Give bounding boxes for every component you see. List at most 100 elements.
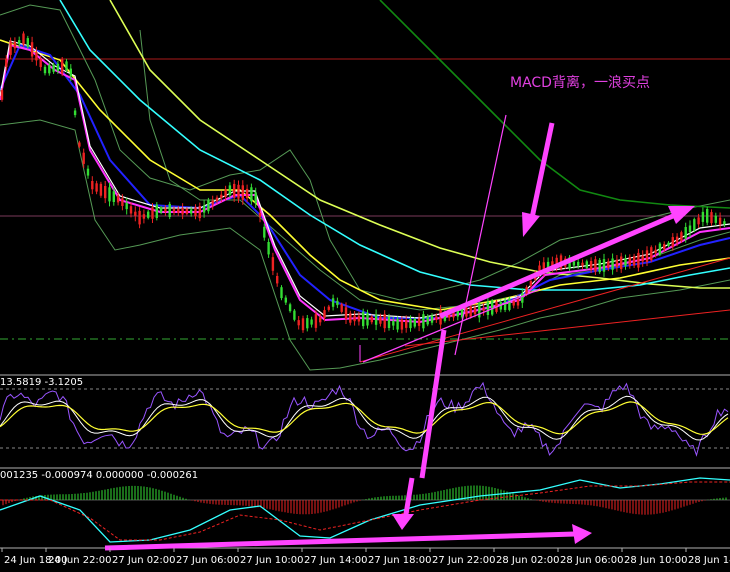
candle-body: [654, 249, 657, 253]
candle-body: [379, 316, 382, 324]
candle-body: [39, 59, 42, 68]
candle-body: [306, 318, 309, 329]
candle-body: [121, 198, 124, 206]
candle-body: [684, 227, 687, 239]
candle-body: [95, 183, 98, 192]
candle-body: [26, 38, 29, 47]
candle-body: [164, 208, 167, 212]
candle-body: [469, 306, 472, 317]
candle-body: [598, 259, 601, 273]
divergence-annotation: MACD背离，一浪买点: [510, 75, 650, 91]
candle-body: [336, 300, 339, 306]
candle-body: [405, 320, 408, 328]
candle-body: [52, 64, 55, 72]
annotation-pointer-line: [454, 114, 507, 356]
candle-body: [301, 318, 305, 331]
candle-body: [478, 302, 481, 318]
time-tick-label: 27 Jun 18:00: [368, 555, 432, 566]
candle-body: [710, 212, 713, 224]
macd-arrow-shaft: [402, 477, 415, 521]
candle-body: [465, 307, 468, 317]
candle-body: [693, 219, 696, 231]
candle-body: [280, 287, 283, 299]
candle-body: [645, 250, 649, 262]
candle-body: [69, 68, 72, 77]
chart-window: MACD背离，一浪买点 13.5819 -3.1205 001235 -0.00…: [0, 0, 730, 572]
candle-body: [362, 311, 365, 327]
candle-body: [237, 184, 240, 199]
candle-body: [697, 217, 700, 225]
candle-body: [215, 197, 219, 202]
candle-body: [207, 200, 210, 212]
candle-body: [516, 299, 520, 306]
candle-body: [675, 236, 679, 243]
candle-body: [22, 33, 25, 45]
candle-body: [327, 306, 330, 310]
annotation-arrow-head: [522, 212, 540, 237]
candle-body: [18, 40, 21, 44]
candle-body: [319, 317, 322, 323]
candle-body: [611, 258, 614, 270]
candle-body: [357, 315, 361, 322]
candle-body: [383, 314, 386, 329]
candle-body: [723, 221, 726, 225]
candle-body: [293, 310, 296, 320]
candle-body: [392, 321, 395, 326]
candle-body: [370, 316, 373, 323]
candle-body: [663, 244, 666, 250]
candle-body: [258, 213, 262, 217]
candle-body: [43, 66, 47, 74]
candle-body: [624, 258, 627, 266]
candle-body: [417, 318, 421, 326]
candle-body: [9, 41, 12, 55]
candle-body: [718, 217, 722, 225]
ma-dark-green-line: [379, 0, 730, 209]
candle-body: [138, 210, 141, 225]
uptrend-arrow-head: [668, 206, 695, 224]
candle-body: [233, 183, 236, 198]
time-tick-label: 27 Jun 02:00: [112, 555, 176, 566]
candle-body: [680, 232, 683, 242]
candle-body: [56, 63, 60, 71]
candle-body: [525, 287, 528, 295]
candle-body: [190, 209, 193, 214]
candle-body: [658, 243, 662, 255]
candle-body: [211, 200, 214, 205]
candle-body: [650, 247, 653, 261]
candle-body: [177, 209, 180, 213]
candle-body: [482, 307, 485, 311]
candle-body: [276, 276, 279, 284]
candle-body: [241, 185, 244, 200]
time-tick-label: 28 Jun 02:00: [496, 555, 560, 566]
candle-body: [413, 319, 416, 327]
candle-body: [224, 189, 227, 197]
candle-body: [615, 259, 619, 268]
candle-body: [168, 203, 171, 217]
candle-body: [73, 110, 77, 116]
candle-body: [641, 255, 644, 262]
macd-header: 001235 -0.000974 0.000000 -0.000261: [0, 470, 199, 481]
candle-body: [99, 183, 103, 196]
candle-body: [284, 297, 287, 303]
candle-body: [263, 226, 266, 238]
candle-body: [323, 310, 326, 318]
time-tick-label: 27 Jun 14:00: [304, 555, 368, 566]
candle-body: [529, 281, 533, 286]
candle-body: [581, 262, 584, 266]
time-tick-label: 24 Jun 22:00: [48, 555, 112, 566]
candle-body: [172, 208, 176, 213]
candle-body: [125, 202, 128, 210]
macd-divergence-arrow-shaft: [104, 531, 576, 551]
candle-body: [288, 304, 292, 312]
candle-body: [585, 261, 588, 269]
candle-body: [620, 256, 623, 270]
candle-body: [521, 293, 524, 303]
candle-body: [572, 261, 576, 266]
candle-body: [426, 316, 429, 325]
candle-body: [340, 304, 343, 312]
candle-body: [194, 207, 197, 217]
candle-body: [310, 319, 313, 325]
candle-body: [701, 211, 705, 222]
candle-body: [314, 314, 318, 328]
candle-body: [602, 259, 606, 272]
